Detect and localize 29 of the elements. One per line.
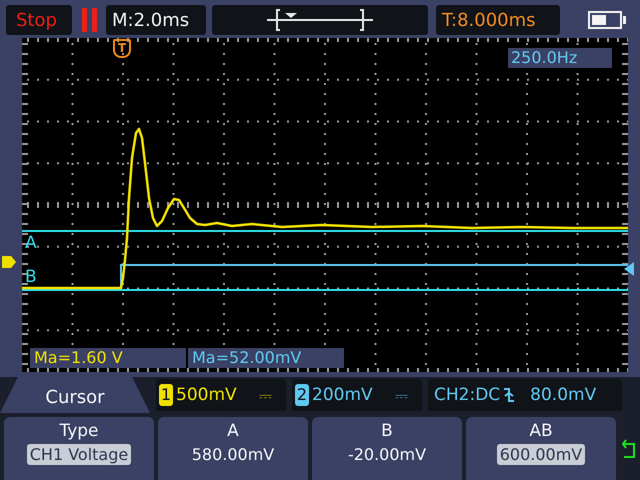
softkey-button[interactable]: Type CH1 Voltage — [4, 417, 154, 480]
trigger-level: 80.0mV — [530, 385, 596, 405]
timebase: M:2.0ms — [106, 5, 206, 35]
trigger-time: T:8.000ms — [436, 5, 560, 35]
softkey-value: 600.00mV — [496, 444, 586, 465]
cursor-label: A — [25, 234, 37, 252]
coupling-symbol: ⎓ — [259, 386, 272, 404]
ground-marker-icon — [2, 256, 16, 268]
cursor-label: B — [25, 268, 37, 286]
falling-edge-icon — [503, 387, 516, 403]
return-icon[interactable] — [622, 438, 636, 458]
measurement-readout: Ma=52.00mV — [188, 348, 344, 368]
softkey-button[interactable]: A 580.00mV — [158, 417, 308, 480]
channel-badge[interactable]: 2 — [295, 384, 309, 406]
channel-badge[interactable]: 1 — [159, 384, 173, 406]
channel-scale: 500mV — [176, 385, 238, 405]
measurement-readout: Ma=1.60 V — [30, 348, 186, 368]
softkey-value: CH1 Voltage — [26, 444, 132, 465]
trigger-source: CH2:DC — [434, 385, 500, 405]
frequency-readout: 250.0Hz — [508, 48, 612, 68]
channel-scale: 200mV — [312, 385, 374, 405]
softkey-button[interactable]: AB 600.00mV — [466, 417, 616, 480]
softkey-value: 580.00mV — [190, 444, 276, 465]
softkey-button[interactable]: B -20.00mV — [312, 417, 462, 480]
menu-tab[interactable]: Cursor — [0, 377, 150, 413]
run-state[interactable]: Stop — [6, 5, 72, 35]
coupling-symbol: ⎓ — [395, 386, 408, 404]
trigger-marker: T — [113, 39, 131, 58]
softkey-value: -20.00mV — [346, 444, 428, 465]
